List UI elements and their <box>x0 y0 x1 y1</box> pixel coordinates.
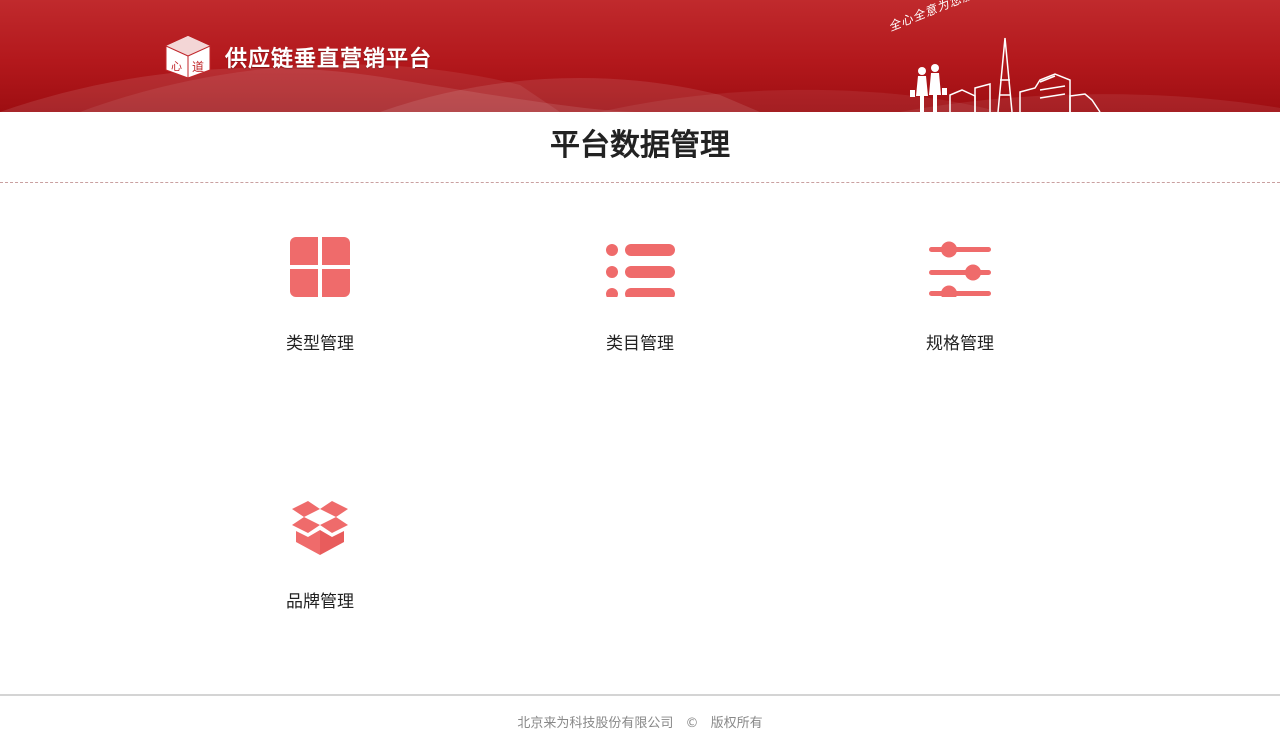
footer-divider <box>0 694 1280 696</box>
footer-rights: 版权所有 <box>710 716 763 731</box>
brand-name: 供应链垂直营销平台 <box>225 46 433 72</box>
brand-logo[interactable]: 心 道 供应链垂直营销平台 <box>163 34 432 80</box>
page-footer: 北京来为科技股份有限公司 © 版权所有 <box>0 712 1280 731</box>
city-skyline-illustration <box>910 37 1101 112</box>
footer-company: 北京来为科技股份有限公司 <box>517 716 674 731</box>
spec-management-label: 规格管理 <box>926 334 994 354</box>
list-icon <box>606 244 675 297</box>
footer-copyright-symbol: © <box>685 716 699 731</box>
svg-text:道: 道 <box>192 60 204 74</box>
spec-management-tile[interactable]: 规格管理 <box>880 237 1040 367</box>
category-management-label: 类目管理 <box>606 334 674 354</box>
category-management-tile[interactable]: 类目管理 <box>560 237 720 367</box>
title-divider <box>0 182 1280 183</box>
brand-management-label: 品牌管理 <box>286 592 354 612</box>
box-icon <box>292 501 348 555</box>
grid-icon <box>290 237 350 297</box>
sliders-icon <box>929 241 991 297</box>
svg-text:心: 心 <box>171 60 182 73</box>
type-management-label: 类型管理 <box>286 334 354 354</box>
logo-mark-icon: 心 道 <box>165 36 211 79</box>
page-title: 平台数据管理 <box>550 128 730 163</box>
type-management-tile[interactable]: 类型管理 <box>240 237 400 367</box>
header-banner: 心 道 供应链垂直营销平台 全心全意为您服务! <box>0 0 1280 112</box>
brand-management-tile[interactable]: 品牌管理 <box>240 495 400 625</box>
